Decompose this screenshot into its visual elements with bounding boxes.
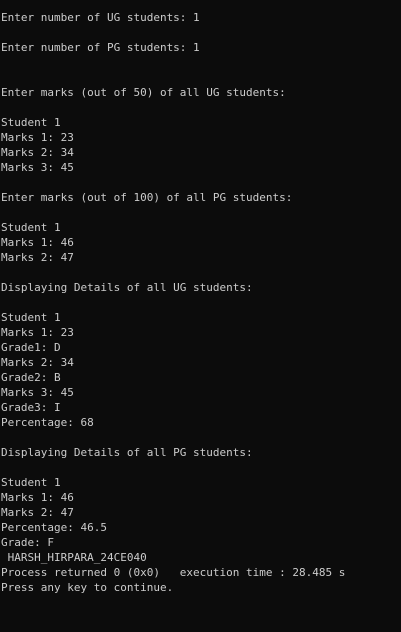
console-line: Marks 2: 47: [1, 251, 74, 264]
console-line: Percentage: 46.5: [1, 521, 107, 534]
console-line: Student 1: [1, 221, 61, 234]
console-line: Marks 1: 23: [1, 131, 74, 144]
console-line: Marks 2: 34: [1, 146, 74, 159]
console-line: Displaying Details of all PG students:: [1, 446, 253, 459]
console-line: HARSH_HIRPARA_24CE040: [1, 551, 147, 564]
console-line: Grade2: B: [1, 371, 61, 384]
console-line: Grade3: I: [1, 401, 61, 414]
console-line: Marks 3: 45: [1, 161, 74, 174]
console-line: Marks 3: 45: [1, 386, 74, 399]
console-line: Marks 1: 46: [1, 491, 74, 504]
console-line: Student 1: [1, 116, 61, 129]
console-line: Marks 2: 47: [1, 506, 74, 519]
console-line: Grade: F: [1, 536, 54, 549]
console-line: Marks 1: 23: [1, 326, 74, 339]
console-output[interactable]: Enter number of UG students: 1 Enter num…: [0, 0, 401, 632]
console-line: Grade1: D: [1, 341, 61, 354]
console-line: Enter marks (out of 50) of all UG studen…: [1, 86, 286, 99]
console-line: Marks 2: 34: [1, 356, 74, 369]
console-line: Displaying Details of all UG students:: [1, 281, 253, 294]
console-line: Press any key to continue.: [1, 581, 174, 594]
console-line: Enter marks (out of 100) of all PG stude…: [1, 191, 293, 204]
console-line: Marks 1: 46: [1, 236, 74, 249]
console-line: Student 1: [1, 311, 61, 324]
console-line: Process returned 0 (0x0) execution time …: [1, 566, 346, 579]
console-line: Enter number of UG students: 1: [1, 11, 200, 24]
console-line: Student 1: [1, 476, 61, 489]
console-line: Enter number of PG students: 1: [1, 41, 200, 54]
console-line: Percentage: 68: [1, 416, 94, 429]
